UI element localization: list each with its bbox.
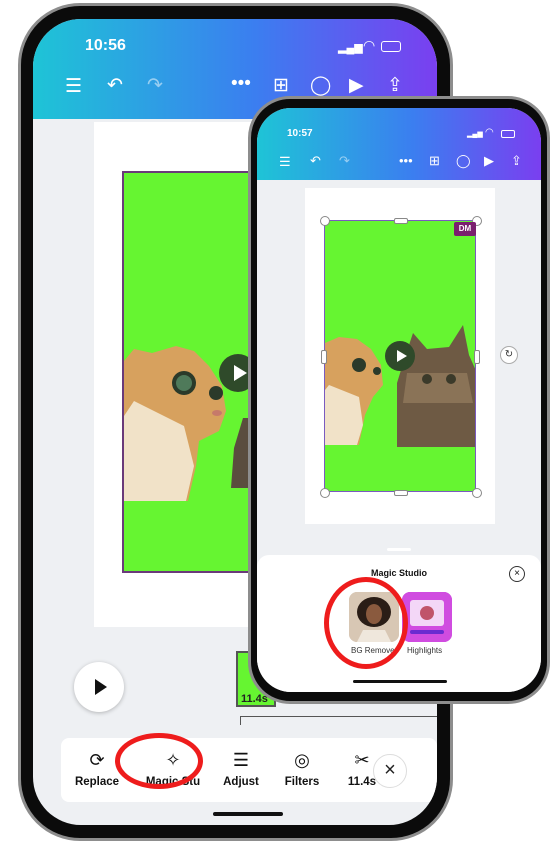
battery-icon bbox=[381, 41, 401, 52]
menu-icon[interactable]: ☰ bbox=[65, 75, 82, 98]
panel-drag-handle[interactable] bbox=[387, 548, 411, 551]
video-play-button[interactable] bbox=[385, 341, 415, 371]
resize-handle-bottom[interactable] bbox=[394, 490, 408, 496]
resize-handle-top[interactable] bbox=[394, 218, 408, 224]
redo-icon[interactable]: ↷ bbox=[339, 153, 350, 169]
add-page-icon[interactable]: ⊞ bbox=[273, 74, 289, 97]
timeline-tick bbox=[240, 716, 241, 725]
resize-handle-bottom-right[interactable] bbox=[472, 488, 482, 498]
wifi-icon: ◠ bbox=[363, 37, 376, 53]
resize-handle-bottom-left[interactable] bbox=[320, 488, 330, 498]
play-icon[interactable]: ▶ bbox=[349, 74, 364, 97]
toolbar-close-button[interactable]: × bbox=[373, 754, 407, 788]
signal-icon: ▂▄▆ bbox=[467, 131, 483, 138]
battery-icon bbox=[501, 130, 515, 138]
resize-handle-right[interactable] bbox=[474, 350, 480, 364]
annotation-circle-bg-remover bbox=[324, 577, 408, 669]
timeline-play-button[interactable] bbox=[74, 662, 124, 712]
undo-icon[interactable]: ↶ bbox=[107, 74, 123, 97]
cat-image bbox=[325, 337, 383, 445]
redo-icon[interactable]: ↷ bbox=[147, 74, 163, 97]
adjust-sliders-icon: ☰ bbox=[232, 750, 250, 770]
add-page-icon[interactable]: ⊞ bbox=[429, 153, 440, 169]
signal-icon: ▂▄▆ bbox=[338, 42, 363, 54]
wifi-icon: ◠ bbox=[485, 127, 494, 138]
collaborator-badge: DM bbox=[454, 222, 476, 236]
resize-handle-top-left[interactable] bbox=[320, 216, 330, 226]
rotate-icon[interactable]: ↻ bbox=[500, 346, 518, 364]
status-time: 10:56 bbox=[85, 37, 126, 54]
status-time: 10:57 bbox=[287, 128, 313, 139]
panel-title: Magic Studio bbox=[371, 568, 427, 578]
highlights-label: Highlights bbox=[407, 646, 443, 655]
menu-icon[interactable]: ☰ bbox=[279, 154, 291, 170]
timeline-track bbox=[240, 716, 437, 717]
resize-handle-left[interactable] bbox=[321, 350, 327, 364]
more-icon[interactable]: ••• bbox=[399, 153, 413, 168]
more-icon[interactable]: ••• bbox=[231, 73, 251, 95]
filters-button[interactable]: ◎ Filters bbox=[272, 748, 332, 790]
panel-close-button[interactable]: × bbox=[509, 566, 525, 582]
share-icon[interactable]: ⇪ bbox=[387, 74, 403, 97]
home-indicator bbox=[353, 680, 447, 683]
play-icon bbox=[95, 679, 107, 695]
play-triangle-icon bbox=[397, 350, 407, 362]
front-top-toolbar: 10:57 ▂▄▆ ◠ ☰ ↶ ↷ ••• ⊞ ◯ ▶ ⇪ bbox=[257, 108, 541, 180]
undo-icon[interactable]: ↶ bbox=[310, 153, 321, 169]
home-indicator bbox=[213, 812, 283, 816]
highlights-thumbnail bbox=[402, 592, 452, 642]
comment-icon[interactable]: ◯ bbox=[456, 153, 471, 169]
filters-icon: ◎ bbox=[294, 750, 310, 770]
highlights-tile[interactable] bbox=[402, 592, 452, 642]
comment-icon[interactable]: ◯ bbox=[310, 74, 331, 97]
annotation-circle-magic-studio bbox=[115, 733, 203, 789]
cat-image bbox=[124, 346, 226, 501]
play-icon[interactable]: ▶ bbox=[484, 153, 494, 169]
share-icon[interactable]: ⇪ bbox=[511, 153, 522, 169]
adjust-button[interactable]: ☰ Adjust bbox=[211, 748, 271, 790]
